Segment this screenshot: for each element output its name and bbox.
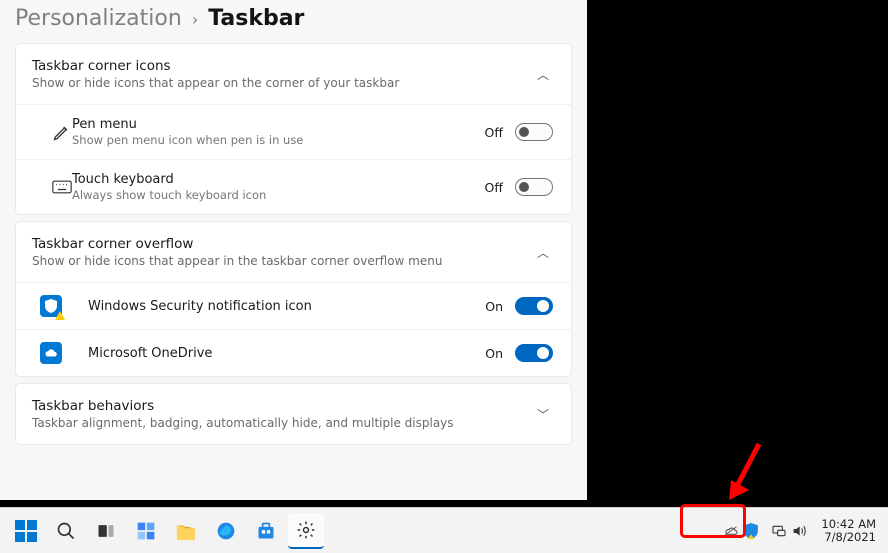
setting-subtitle: Always show touch keyboard icon	[72, 188, 485, 202]
edge-icon	[216, 521, 236, 541]
pen-icon	[32, 122, 72, 142]
section-header-overflow[interactable]: Taskbar corner overflow Show or hide ico…	[16, 222, 571, 282]
onedrive-icon	[32, 342, 88, 364]
page-title: Taskbar	[208, 6, 304, 31]
section-subtitle: Show or hide icons that appear in the ta…	[32, 254, 533, 268]
toggle-windows-security[interactable]	[515, 297, 553, 315]
widgets-icon	[136, 521, 156, 541]
breadcrumb: Personalization › Taskbar	[15, 0, 572, 43]
settings-panel: Personalization › Taskbar Taskbar corner…	[0, 0, 588, 500]
toggle-state-label: On	[485, 299, 503, 314]
chevron-down-icon: ﹀	[533, 406, 553, 423]
task-view-button[interactable]	[88, 513, 124, 549]
toggle-state-label: On	[485, 346, 503, 361]
search-icon	[56, 521, 76, 541]
row-onedrive: Microsoft OneDrive On	[16, 329, 571, 376]
store-icon	[256, 521, 276, 541]
setting-title: Touch keyboard	[72, 172, 485, 187]
store-button[interactable]	[248, 513, 284, 549]
toggle-state-label: Off	[485, 180, 503, 195]
divider	[0, 500, 888, 507]
file-explorer-button[interactable]	[168, 513, 204, 549]
section-header-corner-icons[interactable]: Taskbar corner icons Show or hide icons …	[16, 44, 571, 104]
task-view-icon	[96, 521, 116, 541]
taskbar: 10:42 AM 7/8/2021	[0, 507, 888, 553]
section-title: Taskbar behaviors	[32, 398, 533, 414]
edge-button[interactable]	[208, 513, 244, 549]
section-corner-icons: Taskbar corner icons Show or hide icons …	[15, 43, 572, 215]
row-pen-menu: Pen menu Show pen menu icon when pen is …	[16, 104, 571, 159]
chevron-up-icon: ︿	[533, 66, 553, 83]
row-windows-security: Windows Security notification icon On	[16, 282, 571, 329]
section-title: Taskbar corner icons	[32, 58, 533, 74]
search-button[interactable]	[48, 513, 84, 549]
folder-icon	[175, 521, 197, 541]
toggle-state-label: Off	[485, 125, 503, 140]
windows-logo-icon	[15, 520, 37, 542]
widgets-button[interactable]	[128, 513, 164, 549]
annotation-highlight-box	[680, 504, 746, 538]
section-behaviors: Taskbar behaviors Taskbar alignment, bad…	[15, 383, 572, 445]
gear-icon	[296, 520, 316, 540]
row-touch-keyboard: Touch keyboard Always show touch keyboar…	[16, 159, 571, 214]
section-subtitle: Show or hide icons that appear on the co…	[32, 76, 533, 90]
setting-title: Microsoft OneDrive	[88, 346, 485, 361]
breadcrumb-parent[interactable]: Personalization	[15, 6, 182, 31]
chevron-right-icon: ›	[192, 10, 198, 29]
section-corner-overflow: Taskbar corner overflow Show or hide ico…	[15, 221, 572, 377]
windows-security-icon	[32, 295, 88, 317]
taskbar-clock[interactable]: 10:42 AM 7/8/2021	[815, 518, 882, 544]
setting-subtitle: Show pen menu icon when pen is in use	[72, 133, 485, 147]
clock-time: 10:42 AM	[821, 518, 876, 531]
annotation-arrow-icon	[727, 440, 767, 500]
section-subtitle: Taskbar alignment, badging, automaticall…	[32, 416, 533, 430]
settings-button[interactable]	[288, 513, 324, 549]
volume-icon	[791, 523, 807, 539]
chevron-up-icon: ︿	[533, 244, 553, 261]
tray-system-icons[interactable]	[767, 521, 811, 541]
setting-title: Windows Security notification icon	[88, 299, 485, 314]
setting-title: Pen menu	[72, 117, 485, 132]
toggle-touch-keyboard[interactable]	[515, 178, 553, 196]
section-title: Taskbar corner overflow	[32, 236, 533, 252]
toggle-onedrive[interactable]	[515, 344, 553, 362]
toggle-pen-menu[interactable]	[515, 123, 553, 141]
start-button[interactable]	[8, 513, 44, 549]
section-header-behaviors[interactable]: Taskbar behaviors Taskbar alignment, bad…	[16, 384, 571, 444]
clock-date: 7/8/2021	[821, 531, 876, 544]
keyboard-icon	[32, 179, 72, 195]
network-icon	[771, 523, 787, 539]
